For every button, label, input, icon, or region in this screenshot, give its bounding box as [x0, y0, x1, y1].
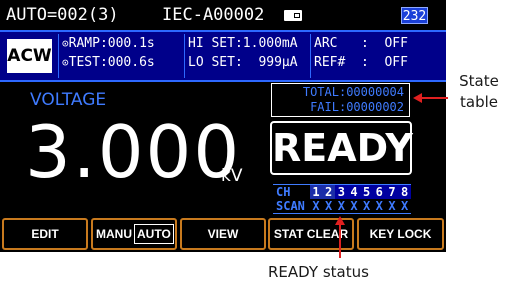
ready-status-arrow [335, 216, 345, 258]
state-callout-line2: table [460, 93, 498, 111]
ready-status-callout: READY status [268, 263, 369, 281]
state-callout-line1: State [459, 72, 499, 90]
state-table-callout: State table [455, 71, 503, 113]
annotation-arrows [335, 93, 448, 258]
state-table-arrow [413, 93, 448, 103]
